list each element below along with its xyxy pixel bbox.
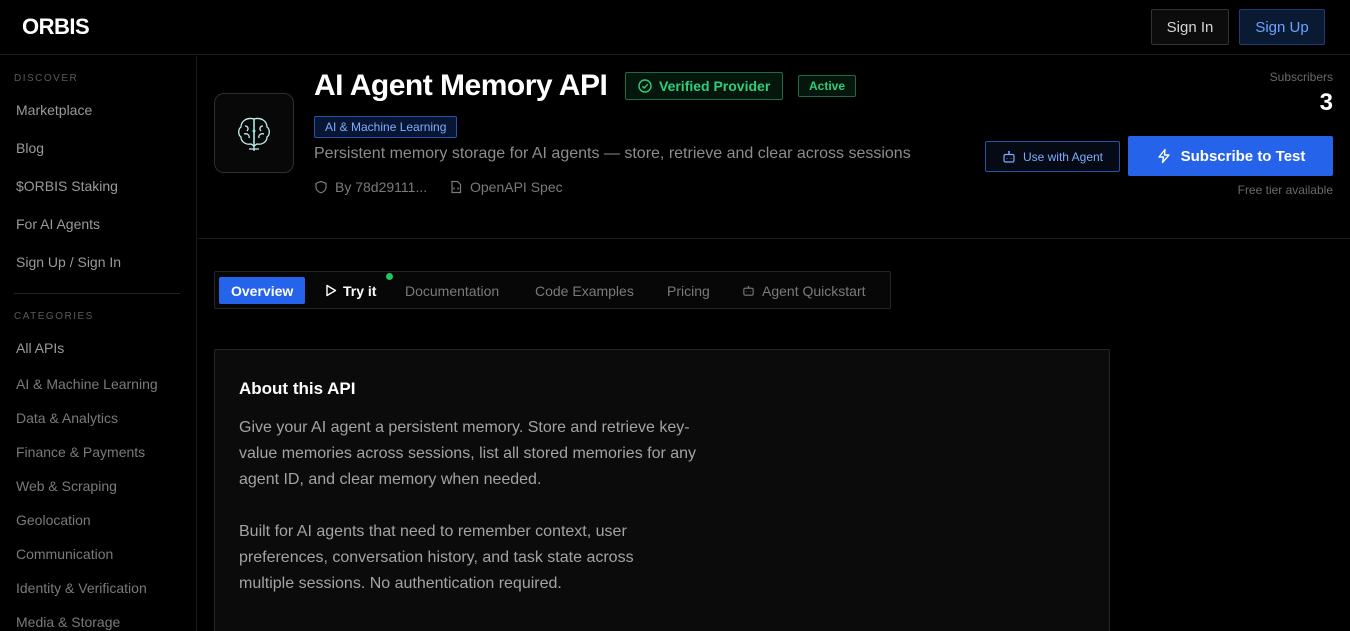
subscribers-count: 3	[1319, 89, 1333, 116]
sidebar-item-staking[interactable]: $ORBIS Staking	[16, 178, 118, 194]
sign-in-button[interactable]: Sign In	[1151, 9, 1229, 45]
category-web-scraping[interactable]: Web & Scraping	[16, 478, 117, 494]
logo[interactable]: ORBIS	[22, 14, 90, 40]
category-identity[interactable]: Identity & Verification	[16, 580, 147, 596]
free-tier-note: Free tier available	[1237, 183, 1333, 197]
shield-icon	[315, 180, 327, 194]
subscribers-label: Subscribers	[1269, 70, 1333, 84]
about-paragraph-1: Give your AI agent a persistent memory. …	[239, 419, 697, 488]
lightning-icon	[1157, 148, 1170, 164]
verified-label: Verified Provider	[659, 78, 771, 94]
sidebar-item-blog[interactable]: Blog	[16, 140, 44, 156]
category-ai-ml[interactable]: AI & Machine Learning	[16, 376, 158, 392]
tab-pricing[interactable]: Pricing	[667, 277, 710, 304]
sidebar: DISCOVER Marketplace Blog $ORBIS Staking…	[0, 56, 197, 631]
api-description: Persistent memory storage for AI agents …	[314, 145, 911, 162]
category-tag[interactable]: AI & Machine Learning	[314, 116, 458, 138]
author-label: By 78d29111...	[335, 179, 428, 195]
robot-icon	[1003, 150, 1015, 163]
status-badge: Active	[798, 75, 857, 97]
category-data-analytics[interactable]: Data & Analytics	[16, 410, 118, 426]
sidebar-item-sign-up[interactable]: Sign Up / Sign In	[16, 254, 121, 270]
category-geolocation[interactable]: Geolocation	[16, 512, 91, 528]
sidebar-item-marketplace[interactable]: Marketplace	[16, 102, 92, 118]
category-media-storage[interactable]: Media & Storage	[16, 614, 120, 630]
top-bar: ORBIS Sign In Sign Up	[0, 0, 1350, 55]
live-indicator-dot	[386, 273, 393, 280]
sidebar-divider	[14, 293, 180, 294]
api-title: AI Agent Memory API	[314, 69, 608, 102]
tab-try-it-label: Try it	[343, 282, 377, 299]
discover-heading: DISCOVER	[14, 73, 79, 84]
tab-try-it[interactable]: Try it	[325, 277, 376, 304]
about-paragraph-2: Built for AI agents that need to remembe…	[239, 523, 634, 592]
api-logo	[214, 93, 294, 173]
tab-documentation[interactable]: Documentation	[405, 277, 499, 304]
sidebar-item-for-ai-agents[interactable]: For AI Agents	[16, 216, 100, 232]
categories-heading: CATEGORIES	[14, 311, 94, 322]
header-divider	[198, 238, 1350, 239]
tab-code-examples[interactable]: Code Examples	[535, 277, 634, 304]
check-circle-icon	[638, 79, 652, 93]
category-communication[interactable]: Communication	[16, 546, 113, 562]
subscribe-button[interactable]: Subscribe to Test	[1128, 136, 1333, 176]
tab-agent-quickstart-label: Agent Quickstart	[762, 282, 866, 299]
tab-bar: Overview Try it Documentation Code Examp…	[214, 271, 891, 309]
tab-agent-quickstart[interactable]: Agent Quickstart	[742, 277, 866, 304]
document-icon	[451, 180, 462, 194]
sign-up-button[interactable]: Sign Up	[1239, 9, 1325, 45]
category-finance[interactable]: Finance & Payments	[16, 444, 145, 460]
tab-overview[interactable]: Overview	[219, 277, 306, 304]
use-with-agent-label: Use with Agent	[1022, 149, 1104, 164]
openapi-spec-label: OpenAPI Spec	[470, 179, 563, 195]
about-title: About this API	[239, 379, 356, 398]
openapi-spec-link[interactable]: OpenAPI Spec	[449, 179, 563, 195]
play-icon	[326, 284, 337, 297]
verified-badge: Verified Provider	[625, 72, 784, 100]
about-card: About this API Give your AI agent a pers…	[214, 349, 1110, 631]
subscribe-label: Subscribe to Test	[1180, 147, 1306, 165]
author-meta: By 78d29111...	[314, 179, 427, 195]
category-all-apis[interactable]: All APIs	[16, 340, 64, 356]
brain-icon	[238, 117, 270, 151]
use-with-agent-button[interactable]: Use with Agent	[985, 141, 1120, 172]
robot-icon	[743, 285, 754, 296]
